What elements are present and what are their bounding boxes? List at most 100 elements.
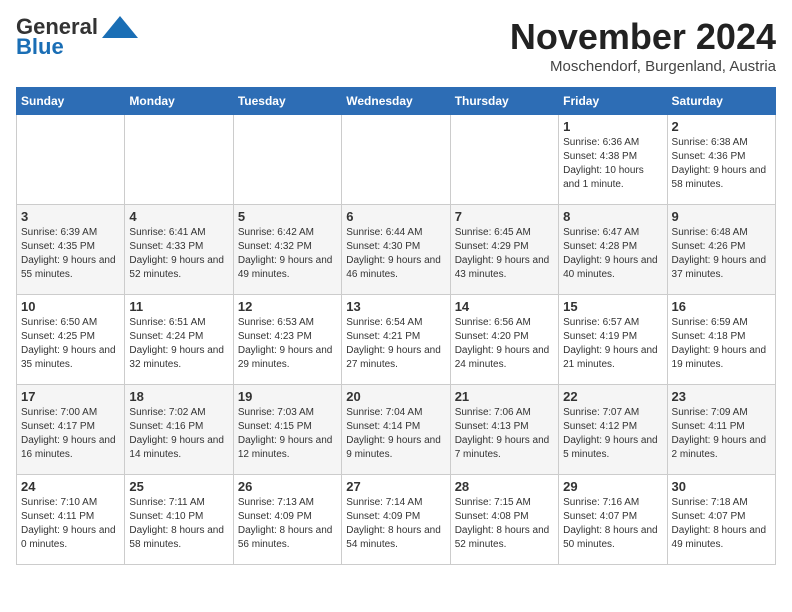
calendar-body: 1 Sunrise: 6:36 AM Sunset: 4:38 PM Daylig…: [17, 115, 776, 565]
day-info: Sunrise: 6:54 AM Sunset: 4:21 PM Dayligh…: [346, 316, 445, 372]
day-info: Sunrise: 7:03 AM Sunset: 4:15 PM Dayligh…: [238, 406, 337, 462]
calendar-cell: [233, 115, 341, 205]
day-info: Sunrise: 6:47 AM Sunset: 4:28 PM Dayligh…: [563, 226, 662, 282]
day-info: Sunrise: 6:38 AM Sunset: 4:36 PM Dayligh…: [672, 136, 771, 192]
day-info: Sunrise: 6:45 AM Sunset: 4:29 PM Dayligh…: [455, 226, 554, 282]
day-number: 13: [346, 299, 445, 314]
calendar-cell: 19 Sunrise: 7:03 AM Sunset: 4:15 PM Dayli…: [233, 385, 341, 475]
calendar-cell: 21 Sunrise: 7:06 AM Sunset: 4:13 PM Dayli…: [450, 385, 558, 475]
calendar-cell: 9 Sunrise: 6:48 AM Sunset: 4:26 PM Daylig…: [667, 205, 775, 295]
day-info: Sunrise: 7:18 AM Sunset: 4:07 PM Dayligh…: [672, 496, 771, 552]
day-number: 7: [455, 209, 554, 224]
weekday-header: Thursday: [450, 88, 558, 115]
day-number: 25: [129, 479, 228, 494]
calendar-cell: 25 Sunrise: 7:11 AM Sunset: 4:10 PM Dayli…: [125, 475, 233, 565]
day-info: Sunrise: 6:56 AM Sunset: 4:20 PM Dayligh…: [455, 316, 554, 372]
day-number: 3: [21, 209, 120, 224]
calendar-week-row: 10 Sunrise: 6:50 AM Sunset: 4:25 PM Dayli…: [17, 295, 776, 385]
day-info: Sunrise: 6:50 AM Sunset: 4:25 PM Dayligh…: [21, 316, 120, 372]
calendar-cell: 12 Sunrise: 6:53 AM Sunset: 4:23 PM Dayli…: [233, 295, 341, 385]
title-area: November 2024 Moschendorf, Burgenland, A…: [510, 16, 776, 75]
day-number: 20: [346, 389, 445, 404]
day-number: 8: [563, 209, 662, 224]
day-number: 30: [672, 479, 771, 494]
day-info: Sunrise: 7:11 AM Sunset: 4:10 PM Dayligh…: [129, 496, 228, 552]
calendar-cell: [450, 115, 558, 205]
day-info: Sunrise: 7:15 AM Sunset: 4:08 PM Dayligh…: [455, 496, 554, 552]
logo: General Blue: [16, 16, 138, 60]
calendar-cell: 22 Sunrise: 7:07 AM Sunset: 4:12 PM Dayli…: [559, 385, 667, 475]
calendar-week-row: 3 Sunrise: 6:39 AM Sunset: 4:35 PM Daylig…: [17, 205, 776, 295]
header: General Blue November 2024 Moschendorf, …: [16, 16, 776, 75]
calendar-cell: 28 Sunrise: 7:15 AM Sunset: 4:08 PM Dayli…: [450, 475, 558, 565]
calendar-cell: 1 Sunrise: 6:36 AM Sunset: 4:38 PM Daylig…: [559, 115, 667, 205]
day-number: 17: [21, 389, 120, 404]
day-info: Sunrise: 6:44 AM Sunset: 4:30 PM Dayligh…: [346, 226, 445, 282]
calendar-cell: 23 Sunrise: 7:09 AM Sunset: 4:11 PM Dayli…: [667, 385, 775, 475]
calendar-cell: 14 Sunrise: 6:56 AM Sunset: 4:20 PM Dayli…: [450, 295, 558, 385]
calendar-cell: 30 Sunrise: 7:18 AM Sunset: 4:07 PM Dayli…: [667, 475, 775, 565]
calendar-header-row: SundayMondayTuesdayWednesdayThursdayFrid…: [17, 88, 776, 115]
location: Moschendorf, Burgenland, Austria: [510, 58, 776, 75]
day-info: Sunrise: 6:53 AM Sunset: 4:23 PM Dayligh…: [238, 316, 337, 372]
calendar-week-row: 24Sunrise: 7:10 AM Sunset: 4:11 PM Dayli…: [17, 475, 776, 565]
day-number: 19: [238, 389, 337, 404]
day-number: 27: [346, 479, 445, 494]
calendar-cell: 20 Sunrise: 7:04 AM Sunset: 4:14 PM Dayli…: [342, 385, 450, 475]
day-info: Sunrise: 7:04 AM Sunset: 4:14 PM Dayligh…: [346, 406, 445, 462]
calendar-table: SundayMondayTuesdayWednesdayThursdayFrid…: [16, 87, 776, 565]
day-info: Sunrise: 7:16 AM Sunset: 4:07 PM Dayligh…: [563, 496, 662, 552]
day-number: 10: [21, 299, 120, 314]
weekday-header: Saturday: [667, 88, 775, 115]
day-number: 14: [455, 299, 554, 314]
weekday-header: Monday: [125, 88, 233, 115]
day-info: Sunrise: 7:09 AM Sunset: 4:11 PM Dayligh…: [672, 406, 771, 462]
day-info: Sunrise: 6:48 AM Sunset: 4:26 PM Dayligh…: [672, 226, 771, 282]
calendar-cell: [342, 115, 450, 205]
day-info: Sunrise: 7:07 AM Sunset: 4:12 PM Dayligh…: [563, 406, 662, 462]
day-number: 12: [238, 299, 337, 314]
day-info: Sunrise: 6:39 AM Sunset: 4:35 PM Dayligh…: [21, 226, 120, 282]
day-info: Sunrise: 6:59 AM Sunset: 4:18 PM Dayligh…: [672, 316, 771, 372]
logo-blue: Blue: [16, 34, 64, 60]
calendar-cell: 7 Sunrise: 6:45 AM Sunset: 4:29 PM Daylig…: [450, 205, 558, 295]
calendar-cell: [125, 115, 233, 205]
weekday-header: Sunday: [17, 88, 125, 115]
calendar-cell: 11Sunrise: 6:51 AM Sunset: 4:24 PM Dayli…: [125, 295, 233, 385]
day-number: 26: [238, 479, 337, 494]
day-info: Sunrise: 7:06 AM Sunset: 4:13 PM Dayligh…: [455, 406, 554, 462]
calendar-cell: 10 Sunrise: 6:50 AM Sunset: 4:25 PM Dayli…: [17, 295, 125, 385]
day-number: 23: [672, 389, 771, 404]
calendar-cell: 6 Sunrise: 6:44 AM Sunset: 4:30 PM Daylig…: [342, 205, 450, 295]
weekday-header: Friday: [559, 88, 667, 115]
day-number: 22: [563, 389, 662, 404]
calendar-cell: [17, 115, 125, 205]
day-info: Sunrise: 6:42 AM Sunset: 4:32 PM Dayligh…: [238, 226, 337, 282]
day-info: Sunrise: 7:14 AM Sunset: 4:09 PM Dayligh…: [346, 496, 445, 552]
day-info: Sunrise: 6:57 AM Sunset: 4:19 PM Dayligh…: [563, 316, 662, 372]
calendar-cell: 15 Sunrise: 6:57 AM Sunset: 4:19 PM Dayli…: [559, 295, 667, 385]
day-number: 5: [238, 209, 337, 224]
day-number: 28: [455, 479, 554, 494]
day-number: 21: [455, 389, 554, 404]
calendar-cell: 3 Sunrise: 6:39 AM Sunset: 4:35 PM Daylig…: [17, 205, 125, 295]
calendar-cell: 2 Sunrise: 6:38 AM Sunset: 4:36 PM Daylig…: [667, 115, 775, 205]
day-number: 1: [563, 119, 662, 134]
day-number: 2: [672, 119, 771, 134]
calendar-cell: 24Sunrise: 7:10 AM Sunset: 4:11 PM Dayli…: [17, 475, 125, 565]
day-number: 16: [672, 299, 771, 314]
day-info: Sunrise: 7:10 AM Sunset: 4:11 PM Dayligh…: [21, 496, 120, 552]
calendar-cell: 5 Sunrise: 6:42 AM Sunset: 4:32 PM Daylig…: [233, 205, 341, 295]
day-number: 15: [563, 299, 662, 314]
month-title: November 2024: [510, 16, 776, 58]
calendar-cell: 4Sunrise: 6:41 AM Sunset: 4:33 PM Daylig…: [125, 205, 233, 295]
calendar-cell: 17 Sunrise: 7:00 AM Sunset: 4:17 PM Dayli…: [17, 385, 125, 475]
weekday-header: Tuesday: [233, 88, 341, 115]
day-number: 6: [346, 209, 445, 224]
day-number: 11: [129, 299, 228, 314]
day-info: Sunrise: 7:00 AM Sunset: 4:17 PM Dayligh…: [21, 406, 120, 462]
day-number: 9: [672, 209, 771, 224]
calendar-cell: 18Sunrise: 7:02 AM Sunset: 4:16 PM Dayli…: [125, 385, 233, 475]
day-info: Sunrise: 6:36 AM Sunset: 4:38 PM Dayligh…: [563, 136, 662, 192]
day-number: 29: [563, 479, 662, 494]
